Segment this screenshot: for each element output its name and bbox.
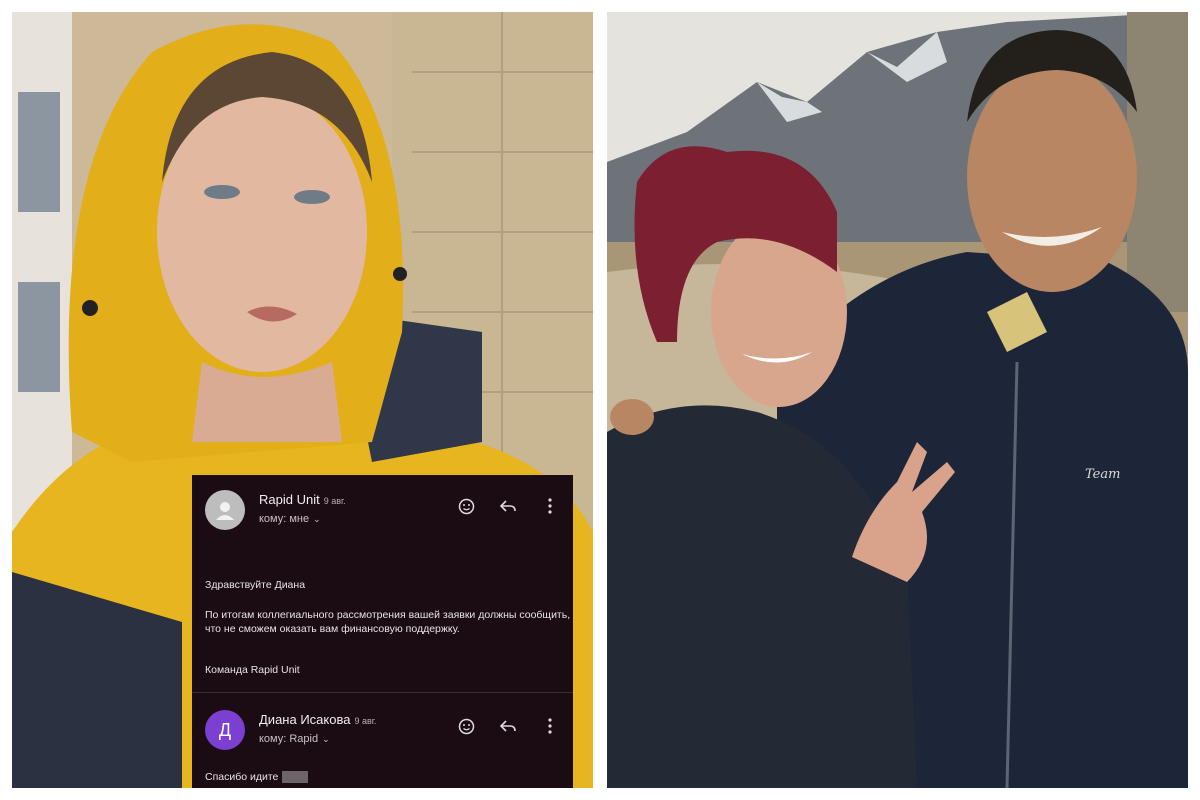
avatar-letter: Д — [218, 719, 232, 740]
left-photo: Rapid Unit 9 авг. кому: мне ⌄ Здравствуй… — [12, 12, 593, 788]
greeting: Здравствуйте Диана — [205, 579, 306, 591]
email-thread: Rapid Unit 9 авг. кому: мне ⌄ Здравствуй… — [192, 475, 573, 788]
right-photo: Team — [607, 12, 1188, 788]
more-vertical-icon[interactable] — [541, 717, 559, 735]
redaction-block — [282, 771, 309, 784]
sender-name: Диана Исакова 9 авг. — [259, 712, 377, 727]
message-date: 9 авг. — [354, 716, 377, 726]
message-actions — [457, 717, 559, 735]
sender-avatar[interactable]: Д — [205, 710, 245, 750]
message-body-main: По итогам коллегиального рассмотрения ва… — [192, 609, 573, 636]
reply-icon[interactable] — [499, 717, 517, 735]
message-divider — [192, 692, 573, 693]
more-vertical-icon[interactable] — [541, 497, 559, 515]
message-body: Здравствуйте Диана — [192, 579, 573, 593]
message-diana: Д Диана Исакова 9 авг. кому: Rapid ⌄ — [192, 703, 573, 755]
message-date: 9 авг. — [323, 496, 346, 506]
recipient-toggle[interactable]: кому: мне ⌄ — [259, 513, 321, 525]
message-header: Д Диана Исакова 9 авг. кому: Rapid ⌄ — [192, 703, 573, 755]
emoji-icon[interactable] — [457, 497, 475, 515]
jacket-logo-text: Team — [1085, 467, 1121, 482]
message-signature: Команда Rapid Unit — [192, 664, 573, 678]
chevron-down-icon: ⌄ — [313, 514, 321, 524]
reply-text: Спасибо идите — [205, 771, 279, 783]
recipient-toggle[interactable]: кому: Rapid ⌄ — [259, 733, 330, 745]
couple-mountains-photo — [607, 12, 1188, 788]
person-avatar-icon[interactable] — [205, 490, 245, 530]
chevron-down-icon: ⌄ — [322, 734, 330, 744]
signature: Команда Rapid Unit — [205, 664, 300, 676]
message-body: Спасибо идите — [192, 771, 573, 785]
emoji-icon[interactable] — [457, 717, 475, 735]
message-rapid-unit: Rapid Unit 9 авг. кому: мне ⌄ — [192, 483, 573, 535]
reply-icon[interactable] — [499, 497, 517, 515]
body-paragraph: По итогам коллегиального рассмотрения ва… — [205, 609, 571, 635]
sender-name: Rapid Unit 9 авг. — [259, 492, 346, 507]
message-actions — [457, 497, 559, 515]
message-header: Rapid Unit 9 авг. кому: мне ⌄ — [192, 483, 573, 535]
